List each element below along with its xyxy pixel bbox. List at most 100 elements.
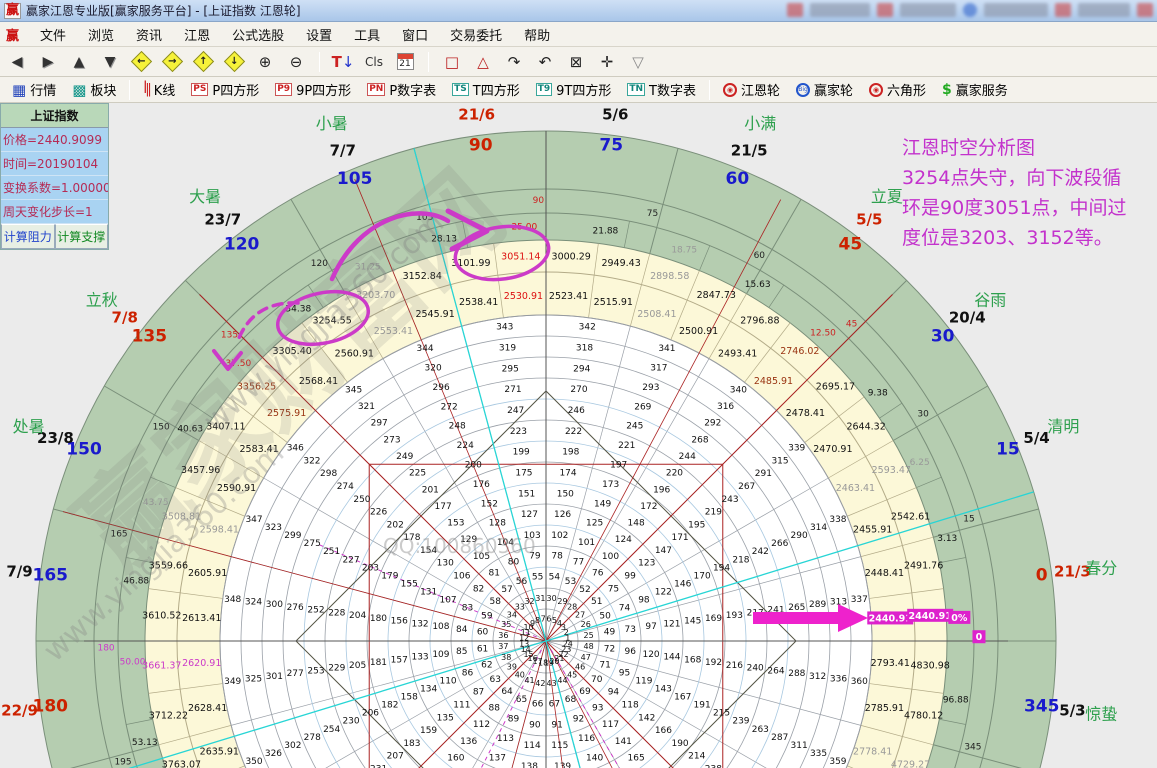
menu-item-7[interactable]: 工具: [343, 26, 391, 47]
menu-item-1[interactable]: 文件: [29, 26, 77, 47]
svg-text:337: 337: [851, 595, 868, 605]
svg-text:95: 95: [619, 669, 630, 679]
svg-text:145: 145: [684, 617, 701, 627]
svg-text:5/6: 5/6: [602, 106, 628, 124]
menu-item-4[interactable]: 江恩: [173, 26, 221, 47]
svg-text:2605.91: 2605.91: [188, 568, 227, 579]
svg-text:265: 265: [788, 603, 805, 613]
svg-text:60: 60: [754, 251, 766, 261]
svg-text:75: 75: [599, 135, 623, 155]
nav-right-icon[interactable]: ▶: [37, 51, 59, 73]
fit-box-icon[interactable]: ⊠: [565, 51, 587, 73]
svg-text:64: 64: [501, 687, 513, 697]
view-button-K线[interactable]: ꟾ‖K线: [137, 78, 181, 101]
svg-text:68: 68: [565, 695, 577, 705]
diamond-arrow-right-icon[interactable]: →: [161, 51, 183, 73]
kline-icon: ꟾ‖: [143, 82, 149, 97]
red-square-icon[interactable]: □: [441, 51, 463, 73]
menu-item-3[interactable]: 资讯: [125, 26, 173, 47]
diamond-arrow-down-icon[interactable]: ↓: [223, 51, 245, 73]
svg-text:295: 295: [502, 364, 519, 374]
nav-down-icon[interactable]: ▼: [99, 51, 121, 73]
view-button-赢家轮[interactable]: Big赢家轮: [790, 78, 859, 101]
svg-text:0: 0: [1036, 566, 1048, 586]
calc-resistance-button[interactable]: 计算阻力: [1, 224, 55, 249]
zoom-out-icon[interactable]: ⊖: [285, 51, 307, 73]
svg-text:85: 85: [456, 647, 467, 657]
svg-text:141: 141: [615, 737, 632, 747]
svg-text:274: 274: [337, 482, 354, 492]
diamond-arrow-up-icon[interactable]: ↑: [192, 51, 214, 73]
view-button-P四方形[interactable]: PSP四方形: [185, 78, 265, 101]
svg-text:93: 93: [592, 703, 603, 713]
t-updown-icon[interactable]: T↓: [332, 51, 354, 73]
main-toolbar: ◀ ▶ ▲ ▼ ← → ↑ ↓ ⊕ ⊖ T↓ Cls 21 □ △ ↷ ↶ ⊠ ✛ ▽: [0, 47, 1157, 77]
svg-text:300: 300: [266, 600, 283, 610]
rotate-ccw-icon[interactable]: ↶: [534, 51, 556, 73]
svg-text:196: 196: [653, 485, 670, 495]
svg-text:53.13: 53.13: [132, 738, 158, 748]
svg-text:6: 6: [546, 615, 551, 624]
svg-text:294: 294: [573, 364, 590, 374]
svg-text:86: 86: [462, 669, 474, 679]
view-button-9T四方形[interactable]: T99T四方形: [530, 78, 618, 101]
svg-text:319: 319: [499, 344, 516, 354]
svg-text:51: 51: [591, 597, 602, 607]
svg-text:99: 99: [624, 571, 636, 581]
nav-up-icon[interactable]: ▲: [68, 51, 90, 73]
svg-text:132: 132: [411, 619, 428, 629]
svg-text:270: 270: [570, 385, 587, 395]
svg-text:136: 136: [460, 737, 477, 747]
svg-text:96.88: 96.88: [943, 695, 969, 705]
rotate-cw-icon[interactable]: ↷: [503, 51, 525, 73]
svg-text:2523.41: 2523.41: [549, 291, 588, 302]
view-button-六角形[interactable]: ◉六角形: [863, 78, 932, 101]
zoom-in-icon[interactable]: ⊕: [254, 51, 276, 73]
svg-text:250: 250: [353, 495, 370, 505]
menu-item-2[interactable]: 浏览: [77, 26, 125, 47]
svg-text:127: 127: [521, 510, 538, 520]
view-button-9P四方形[interactable]: P99P四方形: [269, 78, 357, 101]
svg-text:42: 42: [535, 679, 545, 688]
svg-text:197: 197: [610, 460, 627, 470]
svg-text:166: 166: [655, 726, 672, 736]
view-button-赢家服务[interactable]: $赢家服务: [936, 78, 1014, 101]
red-triangle-icon[interactable]: △: [472, 51, 494, 73]
view-button-T四方形[interactable]: TST四方形: [446, 78, 526, 101]
filter-icon[interactable]: ▽: [627, 51, 649, 73]
svg-text:40: 40: [515, 671, 525, 680]
svg-text:195: 195: [114, 757, 131, 767]
menu-item-5[interactable]: 公式选股: [221, 26, 295, 47]
view-button-江恩轮[interactable]: ◉江恩轮: [717, 78, 786, 101]
crosshair-icon[interactable]: ✛: [596, 51, 618, 73]
svg-text:2500.91: 2500.91: [679, 326, 718, 337]
svg-text:2785.91: 2785.91: [865, 703, 904, 714]
svg-text:45: 45: [567, 671, 577, 680]
svg-text:4: 4: [557, 619, 562, 628]
svg-text:360: 360: [851, 677, 868, 687]
svg-text:242: 242: [752, 547, 769, 557]
calendar-icon[interactable]: 21: [394, 51, 416, 73]
svg-text:60: 60: [726, 169, 750, 189]
cls-button[interactable]: Cls: [363, 51, 385, 73]
svg-text:73: 73: [625, 625, 636, 635]
menu-item-6[interactable]: 设置: [295, 26, 343, 47]
nav-left-icon[interactable]: ◀: [6, 51, 28, 73]
svg-text:322: 322: [303, 456, 320, 466]
svg-text:170: 170: [694, 571, 711, 581]
svg-text:91: 91: [551, 720, 562, 730]
calc-support-button[interactable]: 计算支撑: [55, 224, 109, 249]
menu-item-10[interactable]: 帮助: [513, 26, 561, 47]
svg-text:183: 183: [403, 739, 420, 749]
svg-text:2470.91: 2470.91: [813, 444, 852, 455]
svg-text:22/9: 22/9: [1, 701, 38, 719]
view-button-P数字表[interactable]: PNP数字表: [361, 78, 442, 101]
view-button-T数字表[interactable]: TNT数字表: [621, 78, 702, 101]
menu-item-8[interactable]: 窗口: [391, 26, 439, 47]
svg-text:2440.91: 2440.91: [909, 611, 952, 622]
menu-item-9[interactable]: 交易委托: [439, 26, 513, 47]
diamond-arrow-left-icon[interactable]: ←: [130, 51, 152, 73]
view-button-板块[interactable]: ▩板块: [66, 78, 122, 101]
view-button-行情[interactable]: ▦行情: [6, 78, 62, 101]
svg-text:272: 272: [441, 402, 458, 412]
